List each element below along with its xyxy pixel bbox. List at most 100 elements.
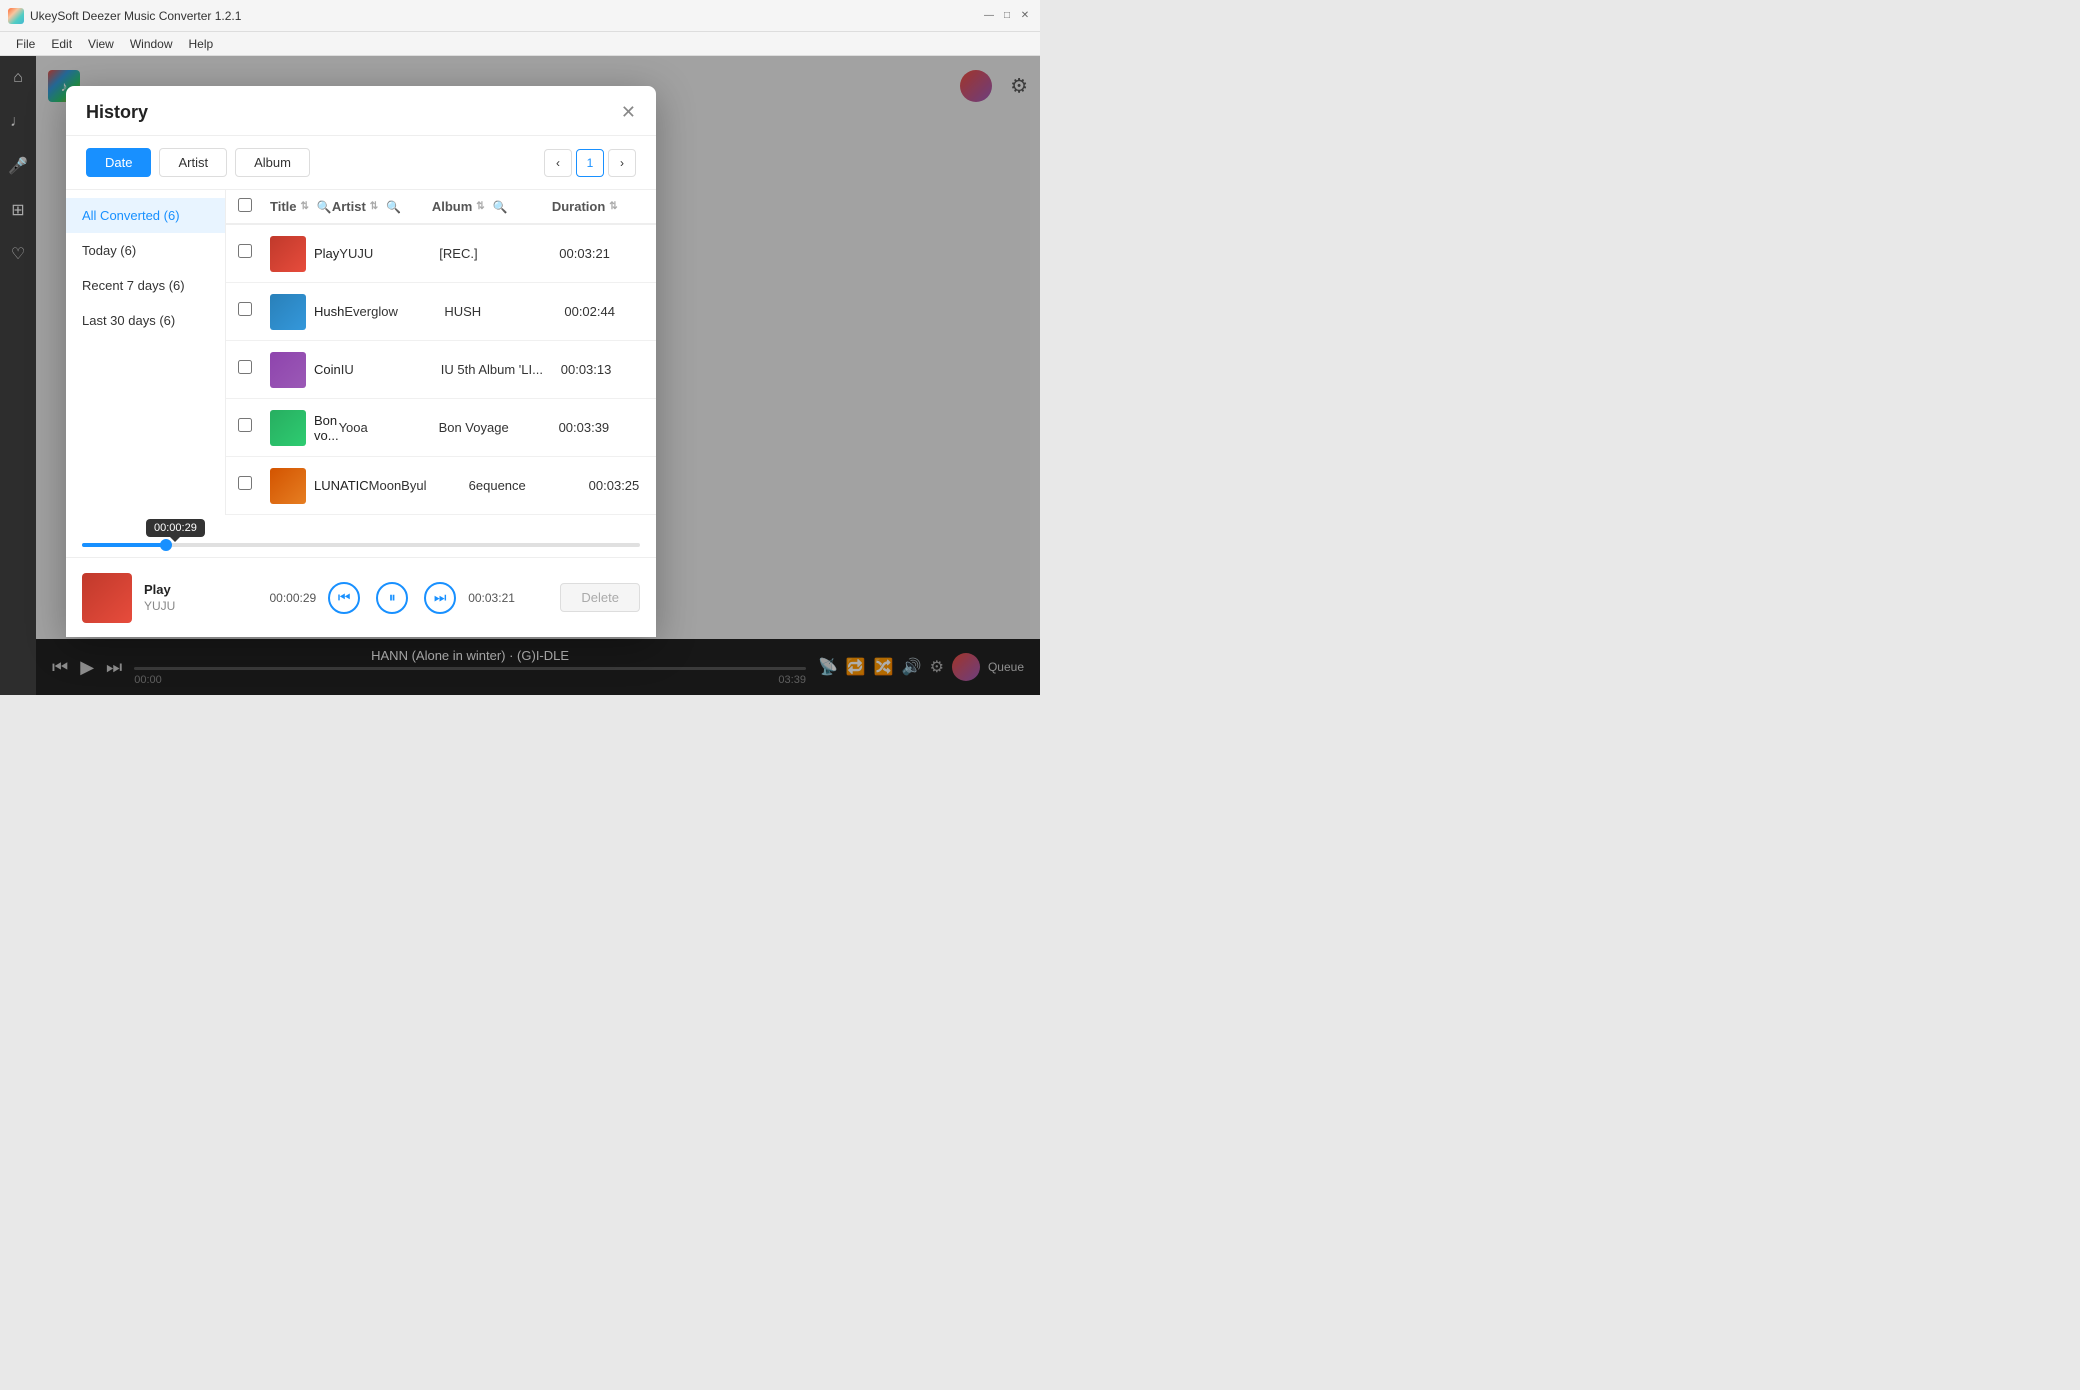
player-track-title: Play	[144, 582, 224, 597]
equalizer-icon[interactable]: ▐▌▐	[653, 245, 656, 263]
progress-tooltip: 00:00:29	[146, 519, 205, 537]
album-sort-icon[interactable]: ⇅	[476, 201, 484, 212]
next-track-button[interactable]: ⏭	[424, 582, 456, 614]
nav-today[interactable]: Today (6)	[66, 233, 225, 268]
dialog-title: History	[86, 102, 148, 123]
track-info: LUNATIC	[270, 468, 369, 504]
track-duration: 00:03:21	[559, 246, 649, 261]
title-sort-icon[interactable]: ⇅	[301, 201, 309, 212]
page-1-button[interactable]: 1	[576, 149, 604, 177]
app-content: ♪ ⚙ History ✕ Date Artist Album	[36, 56, 1040, 695]
menu-window[interactable]: Window	[122, 37, 181, 51]
th-title: Title ⇅ 🔍	[270, 199, 332, 214]
sidebar-mic-icon[interactable]: 🎤	[4, 152, 32, 180]
menu-edit[interactable]: Edit	[43, 37, 80, 51]
sidebar-home-icon[interactable]: ⌂	[4, 64, 32, 92]
table-area: Title ⇅ 🔍 Artist ⇅ 🔍 Album	[226, 190, 656, 515]
table-row: LUNATIC MoonByul 6equence 00:03:25 ▶ 📁 🗑	[226, 457, 656, 515]
nav-recent-7[interactable]: Recent 7 days (6)	[66, 268, 225, 303]
main-area: ⌂ ♩ 🎤 ⊞ ♡ ♪ ⚙ History ✕	[0, 56, 1040, 695]
checkbox-all[interactable]	[238, 198, 270, 215]
pagination: ‹ 1 ›	[544, 149, 636, 177]
window-controls: — □ ✕	[982, 9, 1032, 23]
artist-search-icon[interactable]: 🔍	[386, 200, 401, 214]
track-album: [REC.]	[439, 246, 559, 261]
row-checkbox[interactable]	[238, 476, 270, 495]
tab-album[interactable]: Album	[235, 148, 310, 177]
app-window: UkeySoft Deezer Music Converter 1.2.1 — …	[0, 0, 1040, 695]
player-info: Play YUJU	[144, 582, 224, 613]
track-album: IU 5th Album 'LI...	[441, 362, 561, 377]
dialog-body: All Converted (6) Today (6) Recent 7 day…	[66, 190, 656, 515]
minimize-button[interactable]: —	[982, 9, 996, 23]
track-info: Coin	[270, 352, 341, 388]
player-track-artist: YUJU	[144, 599, 224, 613]
next-page-button[interactable]: ›	[608, 149, 636, 177]
row-checkbox[interactable]	[238, 360, 270, 379]
prev-page-button[interactable]: ‹	[544, 149, 572, 177]
tab-date[interactable]: Date	[86, 148, 151, 177]
pause-button[interactable]: ⏸	[376, 582, 408, 614]
maximize-button[interactable]: □	[1000, 9, 1014, 23]
nav-last-30[interactable]: Last 30 days (6)	[66, 303, 225, 338]
row-checkbox[interactable]	[238, 302, 270, 321]
track-thumbnail	[270, 236, 306, 272]
track-artist: Yooa	[339, 420, 439, 435]
row-actions: ▶ 📁 🗑	[649, 418, 656, 438]
delete-button[interactable]: Delete	[560, 583, 640, 612]
dialog-close-button[interactable]: ✕	[621, 102, 636, 123]
nav-list: All Converted (6) Today (6) Recent 7 day…	[66, 190, 226, 515]
track-artist: MoonByul	[369, 478, 469, 493]
track-title: Coin	[314, 362, 341, 377]
track-artist: Everglow	[344, 304, 444, 319]
prev-track-button[interactable]: ⏮	[328, 582, 360, 614]
menu-help[interactable]: Help	[181, 37, 222, 51]
track-artist: YUJU	[339, 246, 439, 261]
track-title: Bon vo...	[314, 413, 339, 443]
track-info: Play	[270, 236, 339, 272]
row-checkbox[interactable]	[238, 244, 270, 263]
table-row: Coin IU IU 5th Album 'LI... 00:03:13 ▶ 📁…	[226, 341, 656, 399]
th-album: Album ⇅ 🔍	[432, 199, 552, 214]
player-thumbnail	[82, 573, 132, 623]
track-album: Bon Voyage	[439, 420, 559, 435]
th-duration: Duration ⇅	[552, 199, 642, 214]
track-duration: 00:02:44	[564, 304, 654, 319]
nav-all-converted[interactable]: All Converted (6)	[66, 198, 225, 233]
row-actions: ▶ 📁 🗑	[654, 302, 656, 322]
sidebar-music-icon[interactable]: ♩	[4, 108, 32, 136]
track-info: Hush	[270, 294, 344, 330]
track-duration: 00:03:39	[559, 420, 649, 435]
tab-artist[interactable]: Artist	[159, 148, 227, 177]
track-duration: 00:03:25	[589, 478, 656, 493]
sidebar-heart-icon[interactable]: ♡	[4, 240, 32, 268]
artist-sort-icon[interactable]: ⇅	[370, 201, 378, 212]
track-thumbnail	[270, 352, 306, 388]
menu-bar: File Edit View Window Help	[0, 32, 1040, 56]
sidebar: ⌂ ♩ 🎤 ⊞ ♡	[0, 56, 36, 695]
track-title: LUNATIC	[314, 478, 369, 493]
current-time: 00:00:29	[269, 591, 316, 605]
track-thumbnail	[270, 468, 306, 504]
track-album: HUSH	[444, 304, 564, 319]
track-duration: 00:03:13	[561, 362, 651, 377]
track-title: Play	[314, 246, 339, 261]
app-icon	[8, 8, 24, 24]
menu-file[interactable]: File	[8, 37, 43, 51]
menu-view[interactable]: View	[80, 37, 122, 51]
duration-sort-icon[interactable]: ⇅	[609, 201, 617, 212]
title-search-icon[interactable]: 🔍	[317, 200, 332, 214]
playback-progress-container[interactable]	[66, 537, 656, 553]
album-search-icon[interactable]: 🔍	[493, 200, 508, 214]
window-title: UkeySoft Deezer Music Converter 1.2.1	[30, 9, 982, 23]
title-bar: UkeySoft Deezer Music Converter 1.2.1 — …	[0, 0, 1040, 32]
total-time: 00:03:21	[468, 591, 515, 605]
sidebar-grid-icon[interactable]: ⊞	[4, 196, 32, 224]
table-row: Bon vo... Yooa Bon Voyage 00:03:39 ▶ 📁 🗑	[226, 399, 656, 457]
track-info: Bon vo...	[270, 410, 339, 446]
track-thumbnail	[270, 410, 306, 446]
row-checkbox[interactable]	[238, 418, 270, 437]
track-thumbnail	[270, 294, 306, 330]
window-close-button[interactable]: ✕	[1018, 9, 1032, 23]
player-bar: Play YUJU 00:00:29 ⏮ ⏸ ⏭ 00:03:21	[66, 557, 656, 637]
